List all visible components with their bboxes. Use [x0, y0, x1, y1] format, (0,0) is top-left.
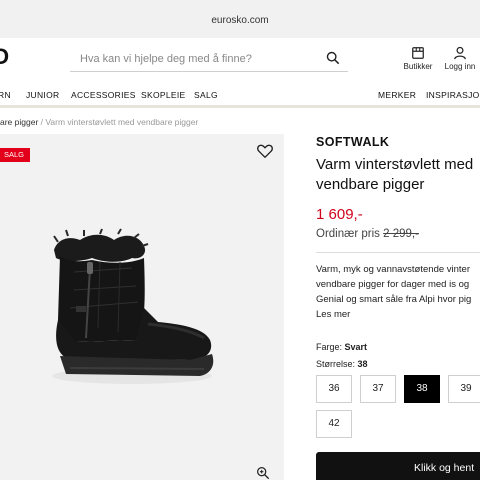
- size-option[interactable]: 39: [448, 375, 480, 403]
- heart-icon[interactable]: [256, 142, 274, 160]
- color-info: Farge: Svart: [316, 342, 367, 352]
- search-input[interactable]: Hva kan vi hjelpe deg med å finne?: [70, 46, 348, 72]
- search-icon[interactable]: [326, 51, 340, 65]
- size-option[interactable]: 42: [316, 410, 352, 438]
- user-icon: [454, 46, 466, 60]
- nav-item-junior[interactable]: JUNIOR: [26, 90, 59, 100]
- main-nav: RN JUNIOR ACCESSORIES SKOPLEIE SALG MERK…: [0, 82, 480, 108]
- nav-item-skopleie[interactable]: SKOPLEIE: [141, 90, 185, 100]
- ordinary-price: Ordinær pris 2 299,-: [316, 228, 419, 240]
- product-price: 1 609,-: [316, 206, 363, 223]
- nav-item-salg[interactable]: SALG: [194, 90, 218, 100]
- boot-product-image: [52, 228, 214, 384]
- browser-url-bar[interactable]: eurosko.com: [0, 0, 480, 38]
- breadcrumb-parent[interactable]: are pigger: [0, 117, 38, 127]
- zoom-icon[interactable]: [256, 466, 270, 480]
- sale-badge: SALG: [0, 148, 30, 162]
- description-line: vendbare pigger for dager med is og: [316, 279, 470, 290]
- size-option[interactable]: 37: [360, 375, 396, 403]
- store-icon: [412, 47, 424, 59]
- nav-item-partial[interactable]: RN: [0, 90, 11, 100]
- read-more-link[interactable]: Les mer: [316, 307, 480, 322]
- size-option-selected[interactable]: 38: [404, 375, 440, 403]
- nav-item-inspirasjon[interactable]: INSPIRASJON: [426, 90, 480, 100]
- size-value: 38: [357, 359, 368, 369]
- size-label: Størrelse:: [316, 359, 358, 369]
- nav-item-accessories[interactable]: ACCESSORIES: [71, 90, 136, 100]
- stores-label: Butikker: [403, 62, 433, 71]
- product-brand[interactable]: SOFTWALK: [316, 135, 389, 149]
- site-logo[interactable]: O: [0, 44, 10, 70]
- login-label: Logg inn: [444, 62, 476, 71]
- color-label: Farge:: [316, 342, 345, 352]
- color-value: Svart: [344, 342, 368, 352]
- divider: [316, 252, 480, 253]
- breadcrumb-current: Varm vinterstøvlett med vendbare pigger: [45, 117, 199, 127]
- description-line: Genial og smart såle fra Alpi hvor pig: [316, 294, 472, 305]
- product-description: Varm, myk og vannavstøtende vinter vendb…: [316, 262, 480, 322]
- click-and-collect-button[interactable]: Klikk og hent: [316, 452, 480, 480]
- size-option[interactable]: 36: [316, 375, 352, 403]
- url-text: eurosko.com: [211, 15, 269, 26]
- stores-button[interactable]: Butikker: [396, 46, 440, 71]
- nav-item-merker[interactable]: MERKER: [378, 90, 416, 100]
- breadcrumb: are pigger / Varm vinterstøvlett med ven…: [0, 117, 198, 127]
- product-title: Varm vinterstøvlett med vendbare pigger: [316, 156, 474, 193]
- login-button[interactable]: Logg inn: [438, 46, 480, 71]
- ordinary-price-label: Ordinær pris: [316, 228, 384, 240]
- search-placeholder: Hva kan vi hjelpe deg med å finne?: [80, 53, 252, 65]
- description-line: Varm, myk og vannavstøtende vinter: [316, 264, 470, 275]
- ordinary-price-value: 2 299,-: [383, 228, 419, 240]
- size-info: Størrelse: 38: [316, 359, 368, 369]
